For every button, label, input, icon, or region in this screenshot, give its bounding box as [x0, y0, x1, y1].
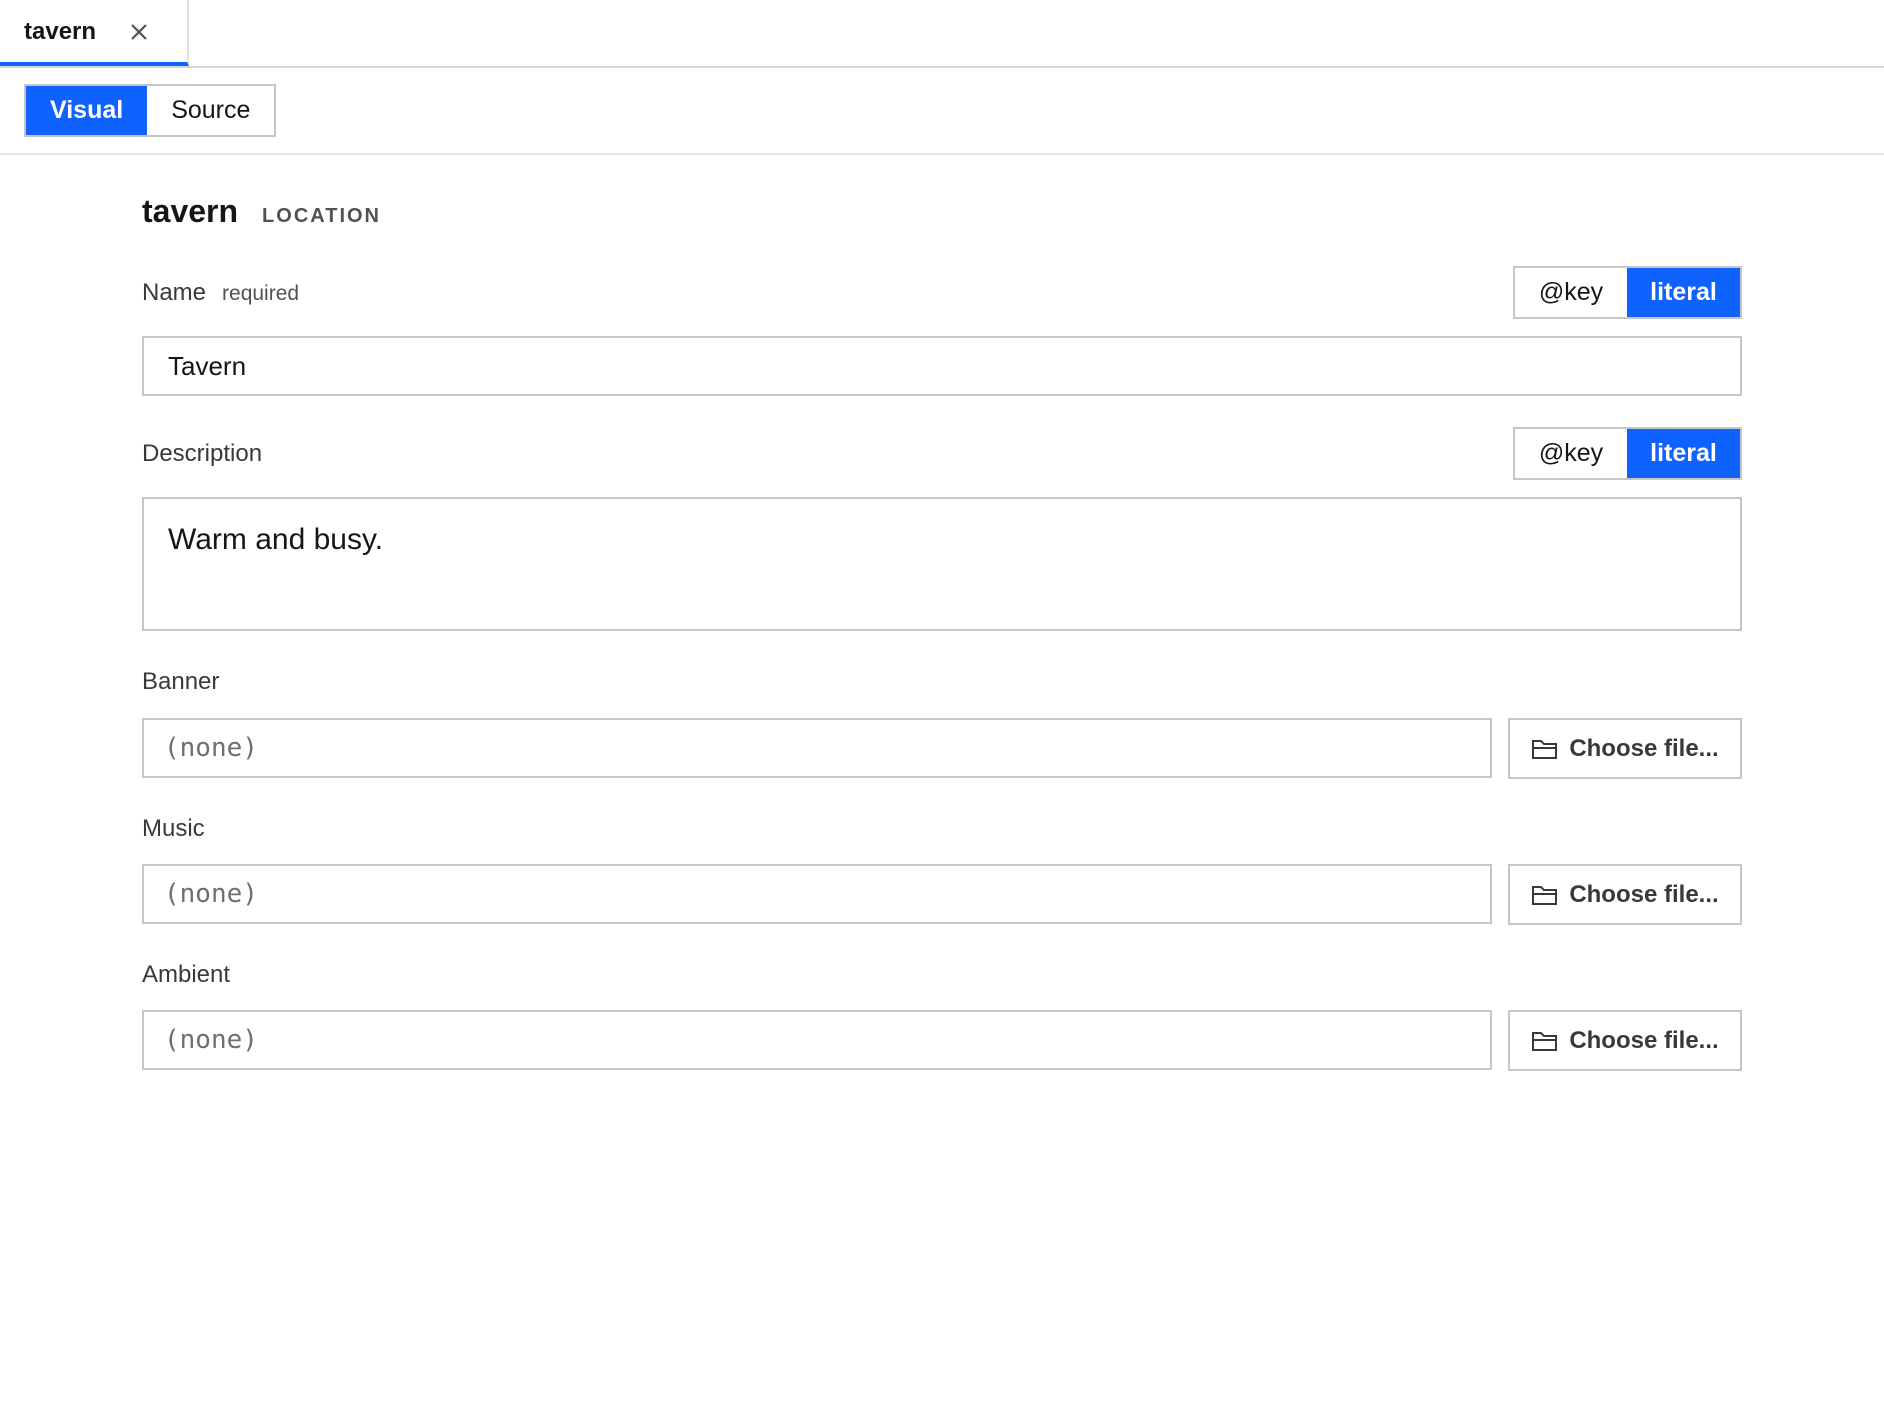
name-literal-toggle[interactable]: literal — [1627, 268, 1740, 317]
folder-icon — [1532, 739, 1558, 759]
description-key-toggle[interactable]: @key — [1515, 429, 1627, 478]
banner-label-text: Banner — [142, 668, 220, 695]
folder-icon — [1532, 1031, 1558, 1051]
choose-file-label: Choose file... — [1569, 880, 1719, 908]
choose-file-label: Choose file... — [1569, 1026, 1719, 1054]
editor-toolbar: Visual Source — [0, 68, 1884, 155]
tab-tavern[interactable]: tavern — [0, 0, 189, 66]
music-label: Music — [142, 815, 205, 843]
source-mode-button[interactable]: Source — [147, 86, 275, 135]
banner-path-input[interactable] — [142, 718, 1492, 778]
close-icon[interactable] — [125, 18, 153, 46]
ambient-path-input[interactable] — [142, 1010, 1492, 1070]
description-label: Description — [142, 440, 262, 468]
banner-label: Banner — [142, 668, 219, 696]
tab-label: tavern — [24, 18, 97, 45]
tab-strip: tavern — [0, 0, 1884, 68]
name-label: Name required — [142, 279, 299, 307]
required-marker: required — [222, 282, 300, 305]
banner-choose-file-button[interactable]: Choose file... — [1508, 718, 1742, 779]
visual-mode-button[interactable]: Visual — [26, 86, 148, 135]
name-key-toggle[interactable]: @key — [1515, 268, 1627, 317]
description-value-type-toggle: @key literal — [1513, 427, 1742, 480]
folder-icon — [1532, 885, 1558, 905]
music-choose-file-button[interactable]: Choose file... — [1508, 864, 1742, 925]
name-value-type-toggle: @key literal — [1513, 266, 1742, 319]
name-input[interactable] — [142, 336, 1742, 396]
entity-title: tavern — [142, 193, 239, 229]
description-textarea[interactable]: Warm and busy. — [142, 497, 1742, 631]
name-label-text: Name — [142, 279, 207, 306]
mode-switch: Visual Source — [24, 84, 277, 137]
page-title: tavern LOCATION — [142, 193, 381, 230]
ambient-label: Ambient — [142, 961, 230, 989]
music-path-input[interactable] — [142, 864, 1492, 924]
entity-type-badge: LOCATION — [262, 205, 381, 227]
music-label-text: Music — [142, 815, 205, 842]
description-label-text: Description — [142, 440, 263, 467]
description-literal-toggle[interactable]: literal — [1627, 429, 1740, 478]
choose-file-label: Choose file... — [1569, 734, 1719, 762]
ambient-choose-file-button[interactable]: Choose file... — [1508, 1010, 1742, 1071]
ambient-label-text: Ambient — [142, 961, 231, 988]
